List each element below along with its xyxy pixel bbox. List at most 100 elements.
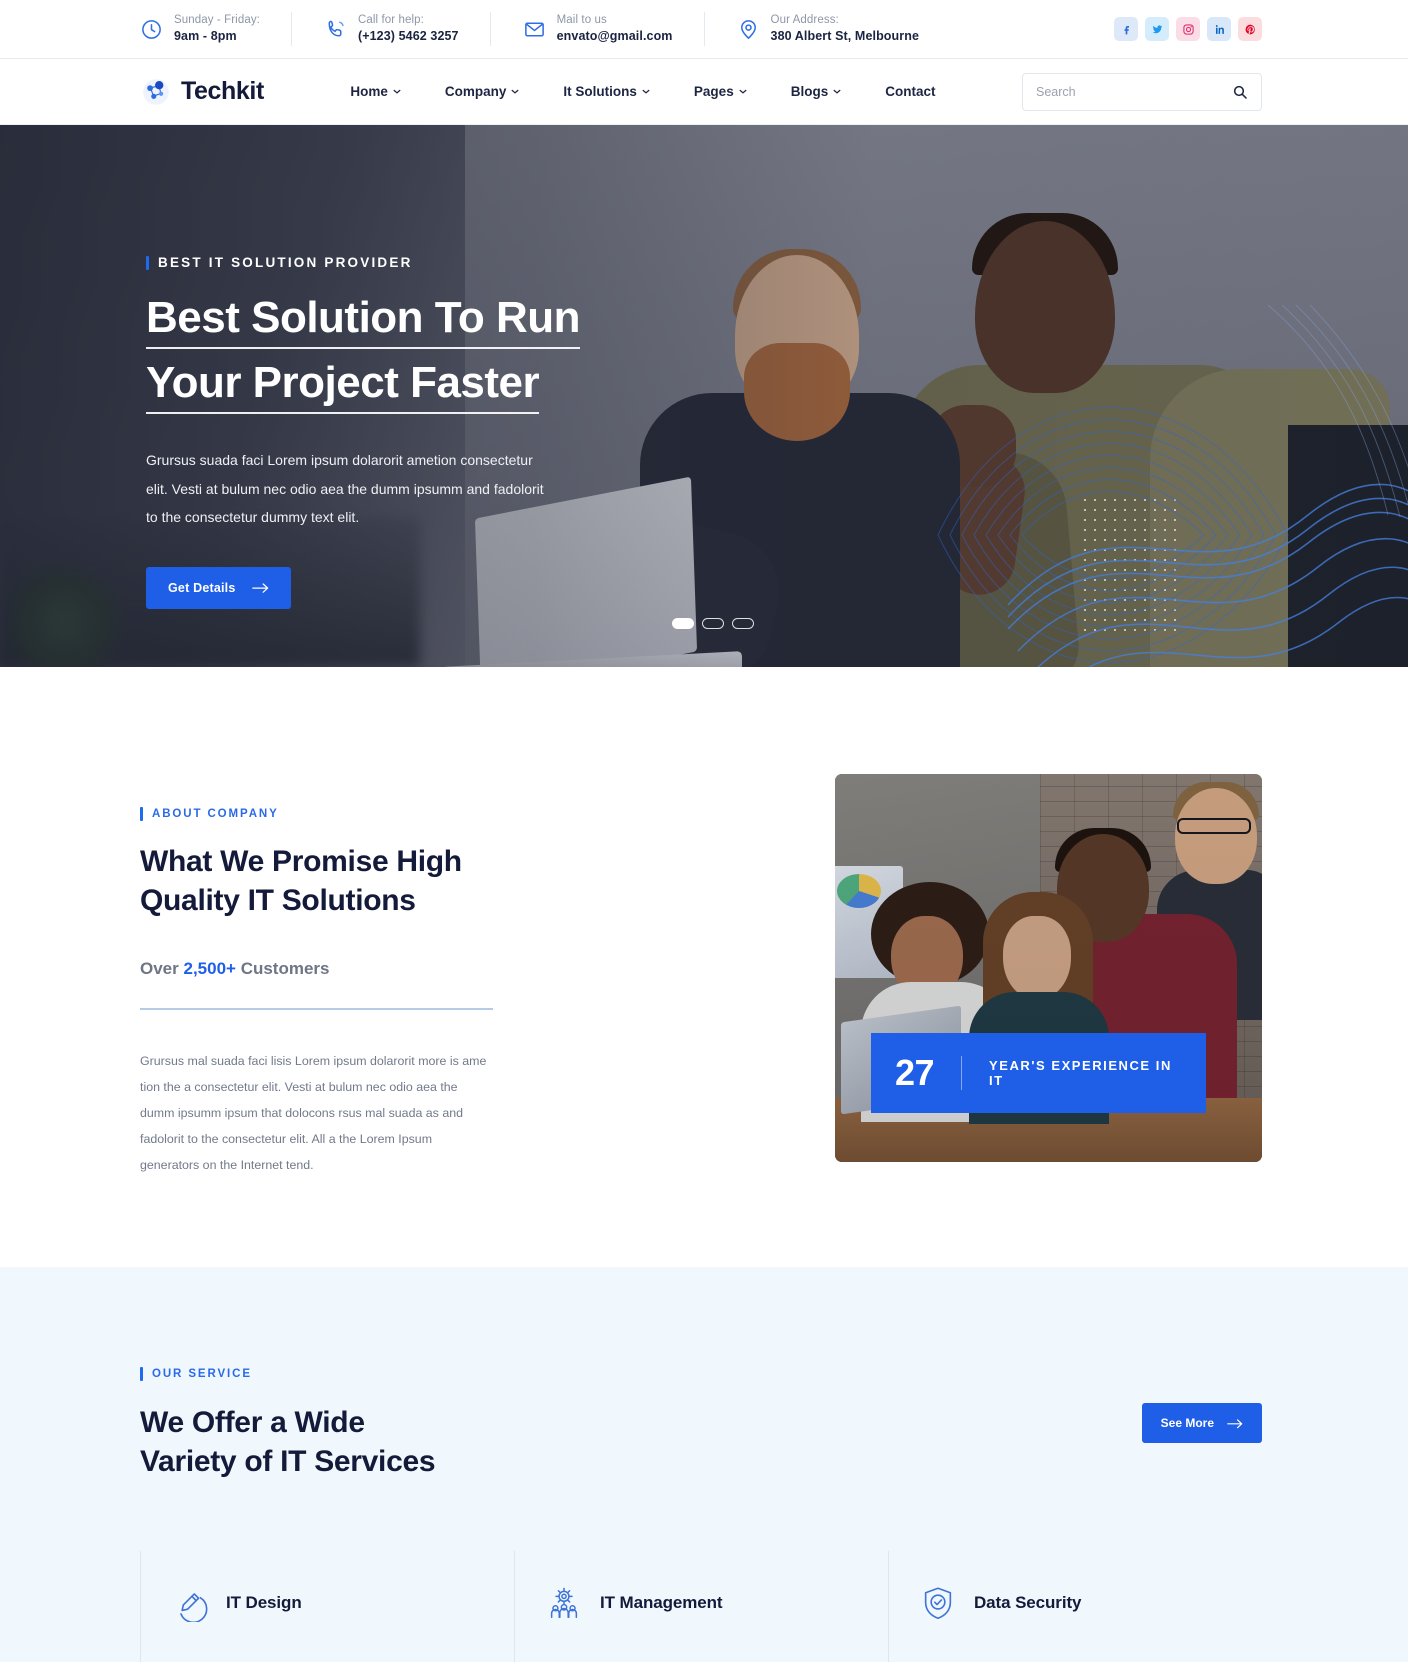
hero-eyebrow-text: BEST IT SOLUTION PROVIDER [158,255,413,270]
about-text-column: ABOUT COMPANY What We Promise High Quali… [140,774,570,1267]
experience-label: YEAR'S EXPERIENCE IN IT [989,1058,1172,1088]
service-card-title: IT Design [226,1593,302,1612]
see-more-button[interactable]: See More [1141,1403,1262,1443]
eyebrow-accent-bar [140,1367,143,1381]
eyebrow-accent-bar [146,255,149,270]
about-image-column: 27 YEAR'S EXPERIENCE IN IT [835,774,1262,1267]
top-info-value: 9am - 8pm [174,29,237,44]
top-info-mail[interactable]: Mail to us envato@gmail.com [491,12,705,46]
linkedin-icon[interactable] [1207,17,1231,41]
service-eyebrow-text: OUR SERVICE [152,1368,252,1380]
slider-dot-2[interactable] [702,618,724,629]
nav-item-contact[interactable]: Contact [863,84,957,99]
top-info-label: Mail to us [556,14,607,27]
top-info-list: Sunday - Friday: 9am - 8pm Call for help… [140,12,1114,46]
badge-divider [961,1056,962,1090]
customers-suffix: Customers [235,959,330,979]
mail-icon [523,18,546,41]
nav-label: Blogs [790,84,829,99]
social-links [1114,17,1262,41]
service-card-data-security[interactable]: Data Security [888,1551,1262,1662]
chevron-down-icon [739,89,747,94]
top-info-value: (+123) 5462 3257 [357,29,459,44]
nav-label: Company [444,84,507,99]
nav-item-company[interactable]: Company [423,84,542,99]
top-info-label: Call for help: [357,14,424,27]
top-info-label: Sunday - Friday: [174,14,260,27]
landing-page: Sunday - Friday: 9am - 8pm Call for help… [0,0,1408,1662]
about-section: ABOUT COMPANY What We Promise High Quali… [0,667,1408,1267]
hero-title-line-1: Best Solution To Run [146,292,581,350]
chevron-down-icon [833,89,841,94]
experience-number: 27 [895,1052,935,1093]
top-info-bar: Sunday - Friday: 9am - 8pm Call for help… [0,0,1408,59]
see-more-label: See More [1160,1416,1214,1430]
instagram-icon[interactable] [1176,17,1200,41]
facebook-icon[interactable] [1114,17,1138,41]
about-title: What We Promise High Quality IT Solution… [140,843,570,920]
top-info-label: Our Address: [770,14,839,27]
nav-label: It Solutions [563,84,637,99]
customers-prefix: Over [140,959,184,979]
about-divider [140,1008,493,1010]
slider-dot-1[interactable] [672,618,694,629]
location-icon [737,18,760,41]
main-nav: Home Company It Solutions Pages Blogs Co… [328,84,957,99]
pencil-circle-icon [171,1584,209,1622]
chevron-down-icon [511,89,520,94]
service-title-line-1: We Offer a Wide [140,1406,365,1439]
top-info-value: 380 Albert St, Melbourne [770,29,920,44]
service-title-line-2: Variety of IT Services [140,1445,436,1478]
about-paragraph: Grursus mal suada faci lisis Lorem ipsum… [140,1053,487,1173]
arrow-right-icon [251,582,269,594]
service-eyebrow: OUR SERVICE [140,1367,435,1381]
slider-dot-3[interactable] [732,618,754,629]
hero-eyebrow: BEST IT SOLUTION PROVIDER [146,255,1408,270]
nav-item-pages[interactable]: Pages [672,84,769,99]
get-details-label: Get Details [168,581,236,596]
experience-badge: 27 YEAR'S EXPERIENCE IN IT [871,1033,1206,1113]
clock-icon [140,18,163,41]
search-icon[interactable] [1232,84,1248,100]
nav-item-home[interactable]: Home [328,84,423,99]
pinterest-icon[interactable] [1238,17,1262,41]
about-eyebrow-text: ABOUT COMPANY [152,808,279,820]
top-info-phone[interactable]: Call for help: (+123) 5462 3257 [292,12,491,46]
service-card-it-management[interactable]: IT Management [514,1551,888,1662]
hero-paragraph: Grursus suada faci Lorem ipsum dolarorit… [146,452,544,526]
service-header: OUR SERVICE We Offer a Wide Variety of I… [140,1367,1262,1481]
get-details-button[interactable]: Get Details [146,567,291,610]
eyebrow-accent-bar [140,807,143,821]
chevron-down-icon [393,89,401,94]
service-heading-block: OUR SERVICE We Offer a Wide Variety of I… [140,1367,436,1481]
top-info-hours: Sunday - Friday: 9am - 8pm [140,12,292,46]
about-title-line-2: Quality IT Solutions [140,883,416,917]
hero-content: BEST IT SOLUTION PROVIDER Best Solution … [0,125,1408,610]
site-header: Techkit Home Company It Solutions Pages … [0,59,1408,125]
arrow-right-icon [1227,1418,1243,1429]
phone-icon [324,18,347,41]
gear-people-icon [545,1584,583,1622]
nav-item-it-solutions[interactable]: It Solutions [541,84,672,99]
nav-label: Pages [693,84,734,99]
hero-title-line-2: Your Project Faster [146,357,540,415]
top-info-address: Our Address: 380 Albert St, Melbourne [705,12,951,46]
nav-label: Contact [885,84,936,99]
slider-pagination [672,618,754,629]
about-customers: Over 2,500+ Customers [140,959,570,979]
about-eyebrow: ABOUT COMPANY [140,807,570,821]
shield-check-icon [919,1584,957,1622]
nav-label: Home [350,84,388,99]
customers-count: 2,500+ [183,959,236,979]
twitter-icon[interactable] [1145,17,1169,41]
logo-link[interactable]: Techkit [140,76,264,108]
service-card-title: Data Security [974,1593,1082,1612]
service-card-it-design[interactable]: IT Design [140,1551,514,1662]
search-box[interactable] [1021,72,1262,111]
nav-item-blogs[interactable]: Blogs [769,84,864,99]
hero-title: Best Solution To Run Your Project Faster [146,292,1408,415]
search-input[interactable] [1035,84,1232,99]
hero-slider: BEST IT SOLUTION PROVIDER Best Solution … [0,125,1408,667]
brand-name: Techkit [181,77,264,105]
techkit-molecule-icon [140,76,172,108]
